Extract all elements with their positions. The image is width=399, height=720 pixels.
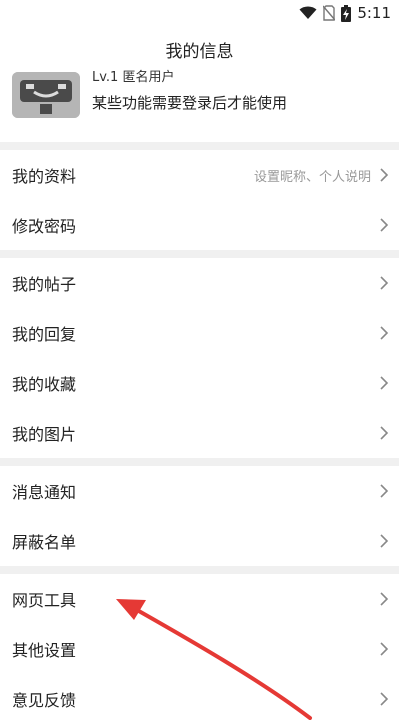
chevron-right-icon xyxy=(380,692,389,706)
wifi-icon xyxy=(299,6,317,19)
status-time: 5:11 xyxy=(357,4,391,22)
no-sim-icon xyxy=(323,5,336,21)
menu-item-feedback[interactable]: 意见反馈 xyxy=(0,674,399,720)
chevron-right-icon xyxy=(380,276,389,290)
chevron-right-icon xyxy=(380,642,389,656)
menu-item-label: 我的收藏 xyxy=(12,375,77,394)
menu-item-my-posts[interactable]: 我的帖子 xyxy=(0,258,399,308)
avatar[interactable] xyxy=(12,72,80,118)
chevron-right-icon xyxy=(380,168,389,182)
chevron-right-icon xyxy=(380,534,389,548)
chevron-right-icon xyxy=(380,484,389,498)
menu-item-label: 消息通知 xyxy=(12,483,77,502)
menu-item-my-replies[interactable]: 我的回复 xyxy=(0,308,399,358)
menu-item-label: 意见反馈 xyxy=(12,691,77,710)
section-gap xyxy=(0,142,399,150)
chevron-right-icon xyxy=(380,592,389,606)
menu-item-label: 其他设置 xyxy=(12,641,77,660)
menu-item-my-favorites[interactable]: 我的收藏 xyxy=(0,358,399,408)
menu-item-label: 我的资料 xyxy=(12,167,77,186)
section-gap xyxy=(0,566,399,574)
status-bar: 5:11 xyxy=(0,0,399,26)
page-title: 我的信息 xyxy=(165,41,234,62)
chevron-right-icon xyxy=(380,376,389,390)
user-level: Lv.1 匿名用户 xyxy=(92,70,175,85)
menu-item-web-tools[interactable]: 网页工具 xyxy=(0,574,399,624)
menu-item-blocklist[interactable]: 屏蔽名单 xyxy=(0,516,399,566)
section-gap xyxy=(0,250,399,258)
battery-icon xyxy=(341,4,352,22)
chevron-right-icon xyxy=(380,426,389,440)
menu-item-my-images[interactable]: 我的图片 xyxy=(0,408,399,458)
menu-item-change-password[interactable]: 修改密码 xyxy=(0,200,399,250)
profile-card[interactable]: Lv.1 匿名用户 某些功能需要登录后才能使用 xyxy=(0,64,399,142)
menu-item-other-settings[interactable]: 其他设置 xyxy=(0,624,399,674)
chevron-right-icon xyxy=(380,218,389,232)
menu-item-label: 我的回复 xyxy=(12,325,77,344)
menu-item-my-profile[interactable]: 我的资料 设置昵称、个人说明 xyxy=(0,150,399,200)
menu-item-label: 修改密码 xyxy=(12,217,77,236)
menu-item-label: 屏蔽名单 xyxy=(12,533,77,552)
status-icons: 5:11 xyxy=(299,2,391,24)
section-gap xyxy=(0,458,399,466)
menu-item-hint: 设置昵称、个人说明 xyxy=(253,169,371,185)
menu-item-label: 我的图片 xyxy=(12,425,77,444)
avatar-placeholder xyxy=(12,72,80,118)
menu-item-notifications[interactable]: 消息通知 xyxy=(0,466,399,516)
login-hint: 某些功能需要登录后才能使用 xyxy=(92,94,288,112)
chevron-right-icon xyxy=(380,326,389,340)
menu-item-label: 我的帖子 xyxy=(12,275,77,294)
menu-item-label: 网页工具 xyxy=(12,591,77,610)
